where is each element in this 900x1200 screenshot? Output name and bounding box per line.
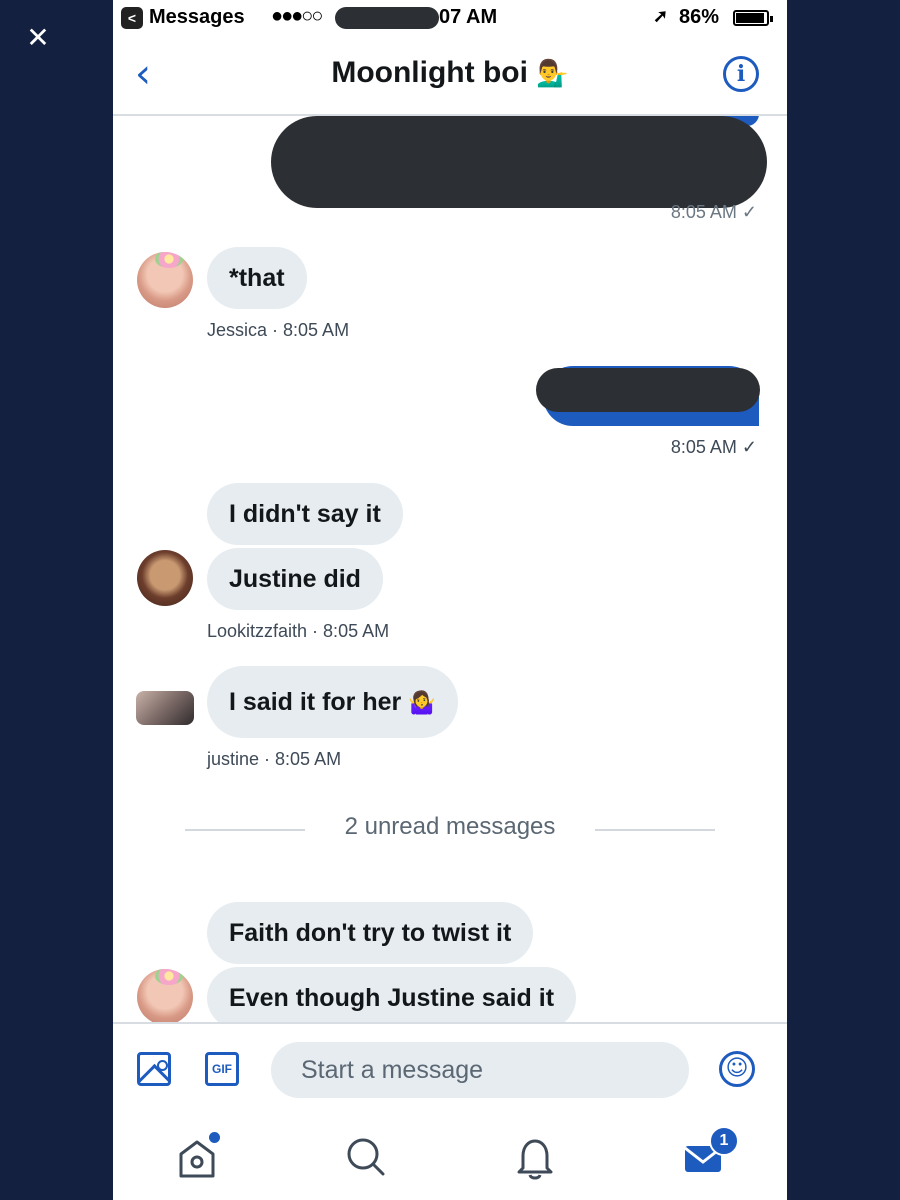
- redaction-block: [335, 7, 439, 29]
- redacted-sent-message: [271, 116, 767, 208]
- message-bubble[interactable]: Even though Justine said it: [207, 967, 577, 1022]
- flower-filter: [155, 969, 183, 985]
- status-bar: < Messages ●●●○○ 07 AM ➚ 86%: [113, 0, 787, 36]
- message-bubble[interactable]: *that: [207, 247, 307, 309]
- battery-percent: 86%: [679, 6, 720, 28]
- battery-icon: [733, 10, 773, 26]
- status-time: 07 AM: [439, 6, 498, 28]
- message-bubble[interactable]: I didn't say it: [207, 483, 403, 545]
- close-icon[interactable]: ✕: [22, 22, 54, 54]
- title-emoji: 💁‍♂️: [536, 59, 569, 89]
- conversation-title-text: Moonlight boi: [331, 56, 528, 89]
- flower-filter: [155, 252, 183, 268]
- mail-icon[interactable]: 1: [681, 1126, 739, 1182]
- sent-message-meta: 8:05 AM ✓: [670, 202, 757, 222]
- image-icon[interactable]: [137, 1052, 171, 1086]
- notification-dot: [209, 1132, 220, 1143]
- message-text: I said it for her: [229, 688, 402, 716]
- shrug-emoji: 🤷‍♀️: [408, 691, 436, 716]
- back-app-name[interactable]: Messages: [149, 6, 245, 29]
- divider-line: [595, 829, 715, 831]
- info-icon[interactable]: i: [723, 56, 759, 92]
- message-bubble[interactable]: Faith don't try to twist it: [207, 902, 534, 964]
- back-to-app-icon[interactable]: <: [121, 7, 143, 29]
- search-icon[interactable]: [343, 1132, 393, 1182]
- message-composer: GIF ☺: [113, 1022, 787, 1116]
- message-meta: Jessica · 8:05 AM: [207, 320, 350, 340]
- message-bubble[interactable]: Justine did: [207, 548, 383, 610]
- unread-badge: 1: [709, 1126, 739, 1156]
- bell-icon[interactable]: [513, 1132, 563, 1182]
- message-meta: Lookitzzfaith · 8:05 AM: [207, 621, 390, 641]
- conversation-title: Moonlight boi 💁‍♂️: [113, 56, 787, 90]
- signal-strength-icon: ●●●○○: [271, 5, 323, 27]
- avatar-lookitzzfaith[interactable]: [137, 550, 193, 606]
- location-icon: ➚: [653, 6, 669, 26]
- avatar-jessica[interactable]: [137, 252, 193, 308]
- message-input[interactable]: [271, 1042, 689, 1098]
- avatar-jessica[interactable]: [137, 969, 193, 1022]
- phone-screen: < Messages ●●●○○ 07 AM ➚ 86% ‹ Moonlight…: [113, 0, 787, 1200]
- tab-bar: 1: [113, 1114, 787, 1200]
- sent-message-meta: 8:05 AM ✓: [670, 437, 757, 457]
- gif-icon[interactable]: GIF: [205, 1052, 239, 1086]
- home-icon[interactable]: [175, 1132, 225, 1182]
- message-bubble[interactable]: I said it for her 🤷‍♀️: [207, 666, 458, 738]
- emoji-icon[interactable]: ☺: [719, 1051, 755, 1087]
- message-meta: justine · 8:05 AM: [207, 749, 342, 769]
- avatar-justine[interactable]: [136, 691, 194, 725]
- message-list[interactable]: 8:05 AM ✓ *that Jessica · 8:05 AM 8:05 A…: [113, 116, 787, 1022]
- conversation-header: ‹ Moonlight boi 💁‍♂️ i: [113, 36, 787, 116]
- redacted-sent-message: [536, 368, 760, 412]
- unread-divider-label: 2 unread messages: [344, 813, 556, 840]
